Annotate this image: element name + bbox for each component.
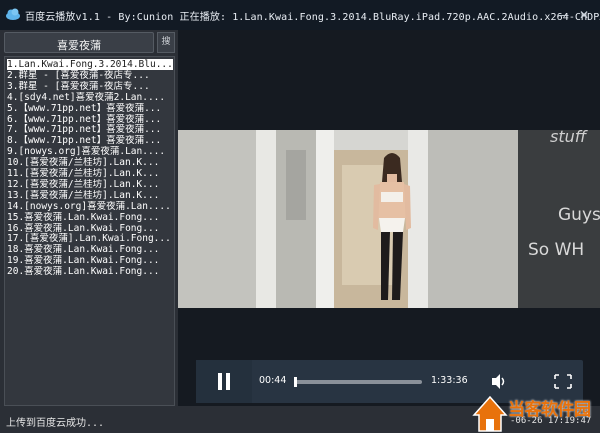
playlist-item[interactable]: 15.喜爱夜蒲.Lan.Kwai.Fong... bbox=[7, 212, 173, 223]
search-value: 喜爱夜蒲 bbox=[57, 39, 101, 52]
svg-text:stuff: stuff bbox=[550, 130, 589, 146]
cloud-icon bbox=[6, 8, 20, 20]
search-input[interactable]: 喜爱夜蒲 bbox=[4, 32, 154, 53]
svg-text:So WH: So WH bbox=[528, 240, 584, 260]
playlist-item[interactable]: 5.【www.71pp.net】喜爱夜蒲... bbox=[7, 103, 173, 114]
video-frame[interactable]: stuff Guys So WH bbox=[178, 130, 600, 308]
pause-icon bbox=[218, 373, 230, 390]
playlist-item[interactable]: 7.【www.71pp.net】喜爱夜蒲... bbox=[7, 124, 173, 135]
playlist-item[interactable]: 1.Lan.Kwai.Fong.3.2014.Blu... bbox=[7, 59, 173, 70]
playlist-item[interactable]: 12.[喜爱夜蒲/兰桂坊].Lan.K... bbox=[7, 179, 173, 190]
left-panel: 喜爱夜蒲 搜 1.Lan.Kwai.Fong.3.2014.Blu... 2.群星… bbox=[0, 30, 178, 406]
minimize-icon: — bbox=[557, 8, 569, 22]
playlist[interactable]: 1.Lan.Kwai.Fong.3.2014.Blu... 2.群星 - [喜爱夜… bbox=[4, 56, 175, 406]
playlist-item[interactable]: 14.[nowys.org]喜爱夜蒲.Lan.... bbox=[7, 201, 173, 212]
playlist-item[interactable]: 4.[sdy4.net]喜爱夜蒲2.Lan.... bbox=[7, 92, 173, 103]
playlist-item[interactable]: 16.喜爱夜蒲.Lan.Kwai.Fong... bbox=[7, 223, 173, 234]
watermark: 当客软件园 bbox=[472, 393, 600, 433]
pause-button[interactable] bbox=[196, 360, 252, 403]
playlist-item[interactable]: 10.[喜爱夜蒲/兰桂坊].Lan.K... bbox=[7, 157, 173, 168]
status-message: 上传到百度云成功... bbox=[6, 418, 105, 429]
svg-text:Guys: Guys bbox=[558, 205, 600, 225]
playlist-item[interactable]: 19.喜爱夜蒲.Lan.Kwai.Fong... bbox=[7, 255, 173, 266]
playlist-item[interactable]: 3.群星 - [喜爱夜蒲-夜店专... bbox=[7, 81, 173, 92]
house-logo-icon bbox=[472, 395, 508, 432]
playlist-item[interactable]: 18.喜爱夜蒲.Lan.Kwai.Fong... bbox=[7, 244, 173, 255]
playlist-item[interactable]: 20.喜爱夜蒲.Lan.Kwai.Fong... bbox=[7, 266, 173, 277]
playlist-item[interactable]: 17.[喜爱夜蒲].Lan.Kwai.Fong... bbox=[7, 233, 173, 244]
window-title: 百度云播放v1.1 - By:Cunion 正在播放: 1.Lan.Kwai.F… bbox=[25, 12, 600, 23]
progress-handle[interactable] bbox=[294, 377, 298, 387]
title-bar: 百度云播放v1.1 - By:Cunion 正在播放: 1.Lan.Kwai.F… bbox=[0, 0, 600, 31]
minimize-button[interactable]: — bbox=[556, 8, 570, 22]
playlist-item[interactable]: 9.[nowys.org]喜爱夜蒲.Lan.... bbox=[7, 146, 173, 157]
current-time: 00:44 bbox=[259, 375, 287, 386]
search-button[interactable]: 搜 bbox=[157, 32, 175, 53]
total-time: 1:33:36 bbox=[431, 375, 468, 386]
video-area[interactable]: stuff Guys So WH 00:44 1:33:36 bbox=[178, 30, 600, 406]
playlist-item[interactable]: 11.[喜爱夜蒲/兰桂坊].Lan.K... bbox=[7, 168, 173, 179]
playlist-item[interactable]: 8.【www.71pp.net】喜爱夜蒲... bbox=[7, 135, 173, 146]
video-scene: stuff Guys So WH bbox=[178, 130, 600, 308]
playlist-item[interactable]: 6.【www.71pp.net】喜爱夜蒲... bbox=[7, 114, 173, 125]
playlist-item[interactable]: 13.[喜爱夜蒲/兰桂坊].Lan.K... bbox=[7, 190, 173, 201]
playlist-item[interactable]: 2.群星 - [喜爱夜蒲-夜店专... bbox=[7, 70, 173, 81]
watermark-text: 当客软件园 bbox=[508, 400, 591, 420]
progress-bar[interactable] bbox=[294, 377, 422, 387]
close-icon: ✕ bbox=[578, 8, 590, 22]
close-button[interactable]: ✕ bbox=[577, 8, 591, 22]
